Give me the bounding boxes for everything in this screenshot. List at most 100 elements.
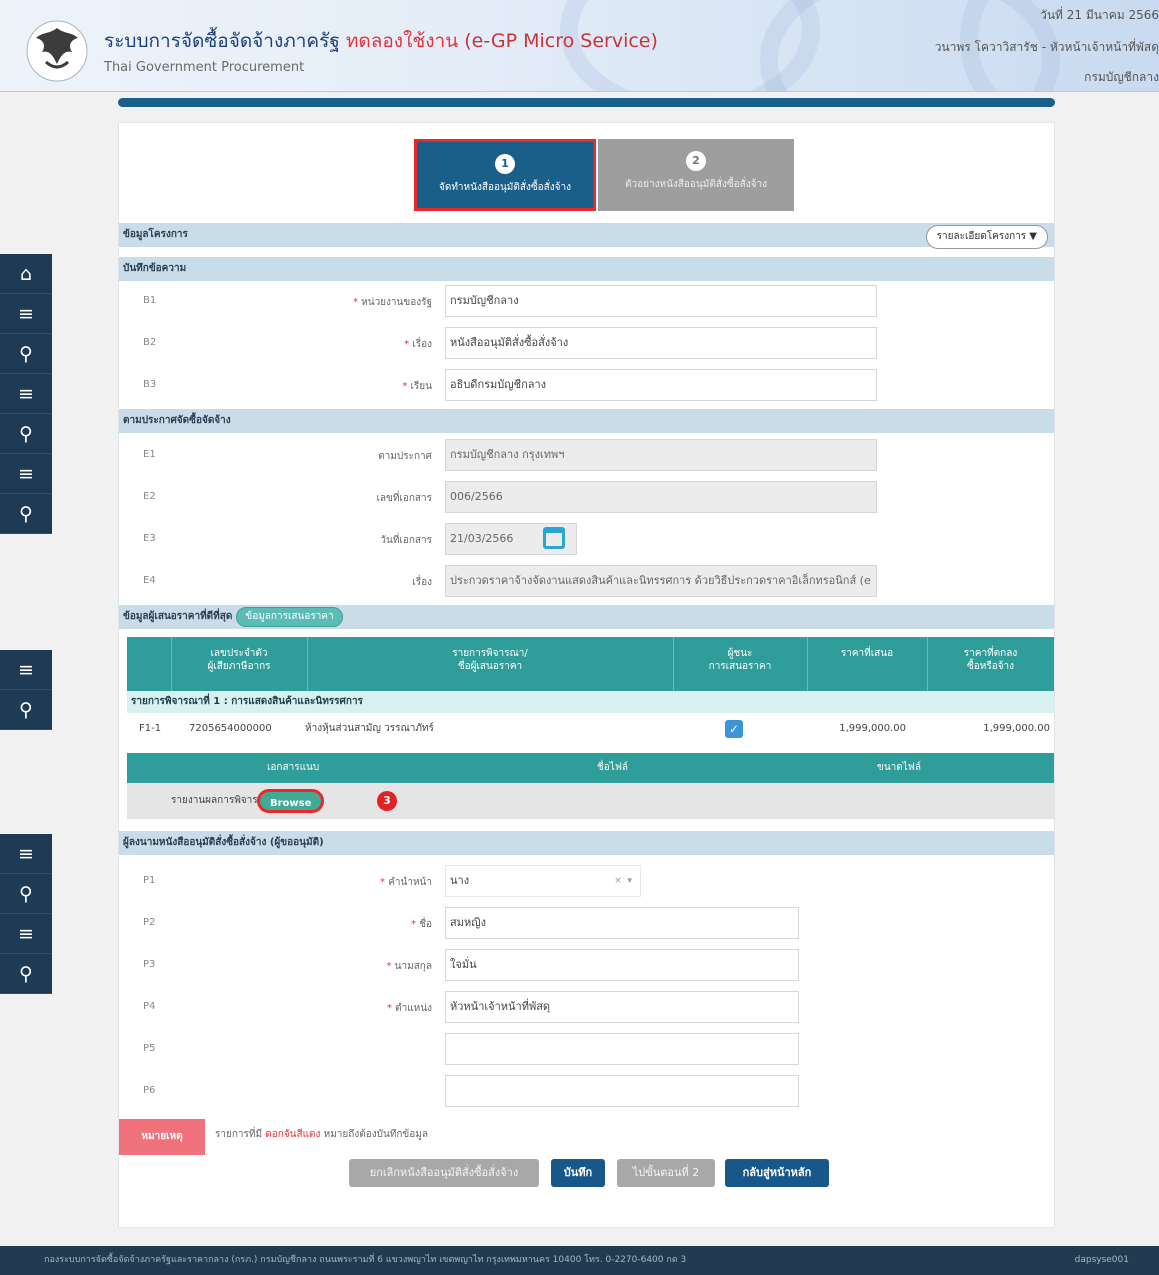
note-badge: หมายเหตุ xyxy=(119,1119,205,1155)
field-label: วันที่เอกสาร xyxy=(380,535,432,546)
calendar-icon[interactable] xyxy=(543,527,565,549)
col-filesize: ขนาดไฟล์ xyxy=(877,762,922,773)
p6-field[interactable] xyxy=(445,1075,799,1107)
server-id: dapsyse001 xyxy=(1074,1255,1129,1265)
row-id: E4 xyxy=(143,575,156,586)
row-id: B3 xyxy=(143,379,157,390)
table-row: F1-1 7205654000000 ห้างหุ้นส่วนสามัญ วรร… xyxy=(127,713,1054,745)
field-label: เรื่อง xyxy=(412,577,432,588)
step-number: 1 xyxy=(495,154,515,174)
section-project: ข้อมูลโครงการ xyxy=(119,223,1054,247)
app-title: ระบบการจัดซื้อจัดจ้างภาครัฐ ทดลองใช้งาน … xyxy=(104,30,658,52)
menu-icon[interactable]: ≡ xyxy=(0,914,52,954)
step-label: จัดทำหนังสืออนุมัติสั่งซื้อสั่งจ้าง xyxy=(438,182,572,193)
back-home-button[interactable]: กลับสู่หน้าหลัก xyxy=(725,1159,829,1187)
menu-icon[interactable]: ≡ xyxy=(0,650,52,690)
position-field[interactable]: หัวหน้าเจ้าหน้าที่พัสดุ xyxy=(445,991,799,1023)
row-id: F1-1 xyxy=(139,723,162,734)
row-id: B1 xyxy=(143,295,157,306)
p5-field[interactable] xyxy=(445,1033,799,1065)
col-agreed: ราคาที่ตกลง ซื้อหรือจ้าง xyxy=(963,648,1018,672)
offer-price: 1,999,000.00 xyxy=(839,723,906,734)
col-item: รายการพิจารณา/ ชื่อผู้เสนอราคา xyxy=(452,648,528,672)
menu-icon[interactable]: ≡ xyxy=(0,374,52,414)
step-marker-3: 3 xyxy=(377,791,397,811)
step-1[interactable]: 1 จัดทำหนังสืออนุมัติสั่งซื้อสั่งจ้าง xyxy=(414,139,596,211)
attachment-table-header: เอกสารแนบ ชื่อไฟล์ ขนาดไฟล์ xyxy=(127,753,1054,783)
field-label: * หน่วยงานของรัฐ xyxy=(352,297,432,308)
step-number: 2 xyxy=(686,151,706,171)
announcement-field: กรมบัญชีกลาง กรุงเทพฯ xyxy=(445,439,877,471)
search-icon[interactable]: ⚲ xyxy=(0,954,52,994)
announcement-subject-field: ประกวดราคาจ้างจัดงานแสดงสินค้าและนิทรรศก… xyxy=(445,565,877,597)
section-memo: บันทึกข้อความ xyxy=(119,257,1054,281)
menu-icon[interactable]: ≡ xyxy=(0,454,52,494)
tax-id: 7205654000000 xyxy=(189,723,272,734)
row-id: P5 xyxy=(143,1043,156,1054)
field-label: เลขที่เอกสาร xyxy=(376,493,432,504)
row-id: E2 xyxy=(143,491,156,502)
col-filename: ชื่อไฟล์ xyxy=(597,762,629,773)
garuda-logo xyxy=(26,20,88,82)
section-announcement: ตามประกาศจัดซื้อจัดจ้าง xyxy=(119,409,1054,433)
row-id: P4 xyxy=(143,1001,156,1012)
browse-button[interactable]: Browse xyxy=(257,789,325,813)
table-category: รายการพิจารณาที่ 1 : การแสดงสินค้าและนิท… xyxy=(127,691,1054,713)
document-number-field: 006/2566 xyxy=(445,481,877,513)
note-text: รายการที่มี ดอกจันสีแดง หมายถึงต้องบันทึ… xyxy=(215,1129,428,1140)
last-name-field[interactable]: ใจมั่น xyxy=(445,949,799,981)
row-id: E3 xyxy=(143,533,156,544)
title-select[interactable]: นาง × ▾ xyxy=(445,865,641,897)
header-department: กรมบัญชีกลาง xyxy=(1084,70,1159,84)
row-id: P2 xyxy=(143,917,156,928)
section-bidder: ข้อมูลผู้เสนอราคาที่ดีที่สุด ข้อมูลการเสน… xyxy=(119,605,1054,629)
stepper: 1 จัดทำหนังสืออนุมัติสั่งซื้อสั่งจ้าง 2 … xyxy=(414,139,794,211)
page-header: ระบบการจัดซื้อจัดจ้างภาครัฐ ทดลองใช้งาน … xyxy=(0,0,1159,92)
bidder-name: ห้างหุ้นส่วนสามัญ วรรณาภัทร์ xyxy=(305,723,434,734)
row-id: P6 xyxy=(143,1085,156,1096)
field-label: * ชื่อ xyxy=(411,919,432,930)
recipient-field[interactable]: อธิบดีกรมบัญชีกลาง xyxy=(445,369,877,401)
winner-checkbox[interactable]: ✓ xyxy=(725,720,743,738)
agency-field[interactable]: กรมบัญชีกลาง xyxy=(445,285,877,317)
row-id: P1 xyxy=(143,875,156,886)
project-detail-button[interactable]: รายละเอียดโครงการ ▼ xyxy=(925,225,1048,249)
step-label: ตัวอย่างหนังสืออนุมัติสั่งซื้อสั่งจ้าง xyxy=(625,179,767,190)
sidebar-group-2: ≡ ⚲ xyxy=(0,650,52,730)
col-tax-id: เลขประจำตัว ผู้เสียภาษีอากร xyxy=(207,648,271,672)
clear-chevron-down-icon[interactable]: × ▾ xyxy=(614,866,632,896)
search-icon[interactable]: ⚲ xyxy=(0,874,52,914)
attachment-row: รายงานผลการพิจารณา Browse 3 xyxy=(127,783,1054,819)
search-icon[interactable]: ⚲ xyxy=(0,494,52,534)
app-subtitle: Thai Government Procurement xyxy=(104,60,305,75)
save-button[interactable]: บันทึก xyxy=(551,1159,605,1187)
bid-info-button[interactable]: ข้อมูลการเสนอราคา xyxy=(236,607,343,627)
row-id: E1 xyxy=(143,449,156,460)
field-label: * เรียน xyxy=(402,381,432,392)
main-content: 1 จัดทำหนังสืออนุมัติสั่งซื้อสั่งจ้าง 2 … xyxy=(118,122,1055,1228)
field-label: ตามประกาศ xyxy=(378,451,432,462)
sidebar-group-3: ≡ ⚲ ≡ ⚲ xyxy=(0,834,52,994)
field-label: * ตำแหน่ง xyxy=(386,1003,432,1014)
sidebar-group-1: ⌂ ≡ ⚲ ≡ ⚲ ≡ ⚲ xyxy=(0,254,52,534)
col-document: เอกสารแนบ xyxy=(267,762,320,773)
cancel-approval-button[interactable]: ยกเลิกหนังสืออนุมัติสั่งซื้อสั่งจ้าง xyxy=(349,1159,539,1187)
search-icon[interactable]: ⚲ xyxy=(0,334,52,374)
subject-field[interactable]: หนังสืออนุมัติสั่งซื้อสั่งจ้าง xyxy=(445,327,877,359)
menu-icon[interactable]: ≡ xyxy=(0,294,52,334)
col-offer: ราคาที่เสนอ xyxy=(840,648,894,659)
search-icon[interactable]: ⚲ xyxy=(0,414,52,454)
field-label: * นามสกุล xyxy=(386,961,432,972)
section-signer: ผู้ลงนามหนังสืออนุมัติสั่งซื้อสั่งจ้าง (… xyxy=(119,831,1054,855)
agreed-price: 1,999,000.00 xyxy=(983,723,1050,734)
field-label: * คำนำหน้า xyxy=(380,877,432,888)
header-user[interactable]: วนาพร โควาวิสารัช - หัวหน้าเจ้าหน้าที่พั… xyxy=(935,38,1159,57)
step-2[interactable]: 2 ตัวอย่างหนังสืออนุมัติสั่งซื้อสั่งจ้าง xyxy=(598,139,794,211)
footer-text: กองระบบการจัดซื้อจัดจ้างภาครัฐและราคากลา… xyxy=(44,1255,687,1265)
next-step-button[interactable]: ไปขั้นตอนที่ 2 xyxy=(617,1159,715,1187)
field-label: * เรื่อง xyxy=(404,339,432,350)
first-name-field[interactable]: สมหญิง xyxy=(445,907,799,939)
menu-icon[interactable]: ≡ xyxy=(0,834,52,874)
home-icon[interactable]: ⌂ xyxy=(0,254,52,294)
search-icon[interactable]: ⚲ xyxy=(0,690,52,730)
